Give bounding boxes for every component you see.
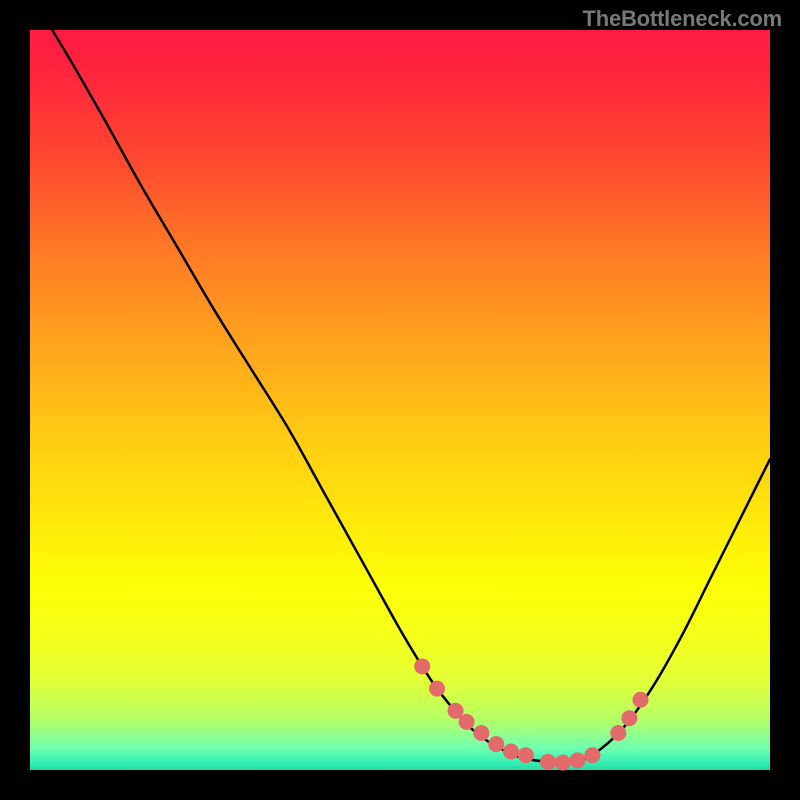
chart-svg [30,30,770,770]
marker-dot [555,755,571,771]
marker-dot [518,747,534,763]
curve-line [52,30,770,763]
marker-dot [633,692,649,708]
marker-dot [488,736,504,752]
plot-area [30,30,770,770]
marker-dot [503,744,519,760]
marker-dot [459,714,475,730]
marker-dot [610,725,626,741]
marker-dot [570,752,586,768]
marker-dot [584,747,600,763]
marker-dot [414,658,430,674]
chart-container: TheBottleneck.com [0,0,800,800]
marker-group [414,658,648,770]
marker-dot [473,725,489,741]
marker-dot [621,710,637,726]
marker-dot [540,754,556,770]
marker-dot [429,681,445,697]
watermark-text: TheBottleneck.com [582,6,782,32]
